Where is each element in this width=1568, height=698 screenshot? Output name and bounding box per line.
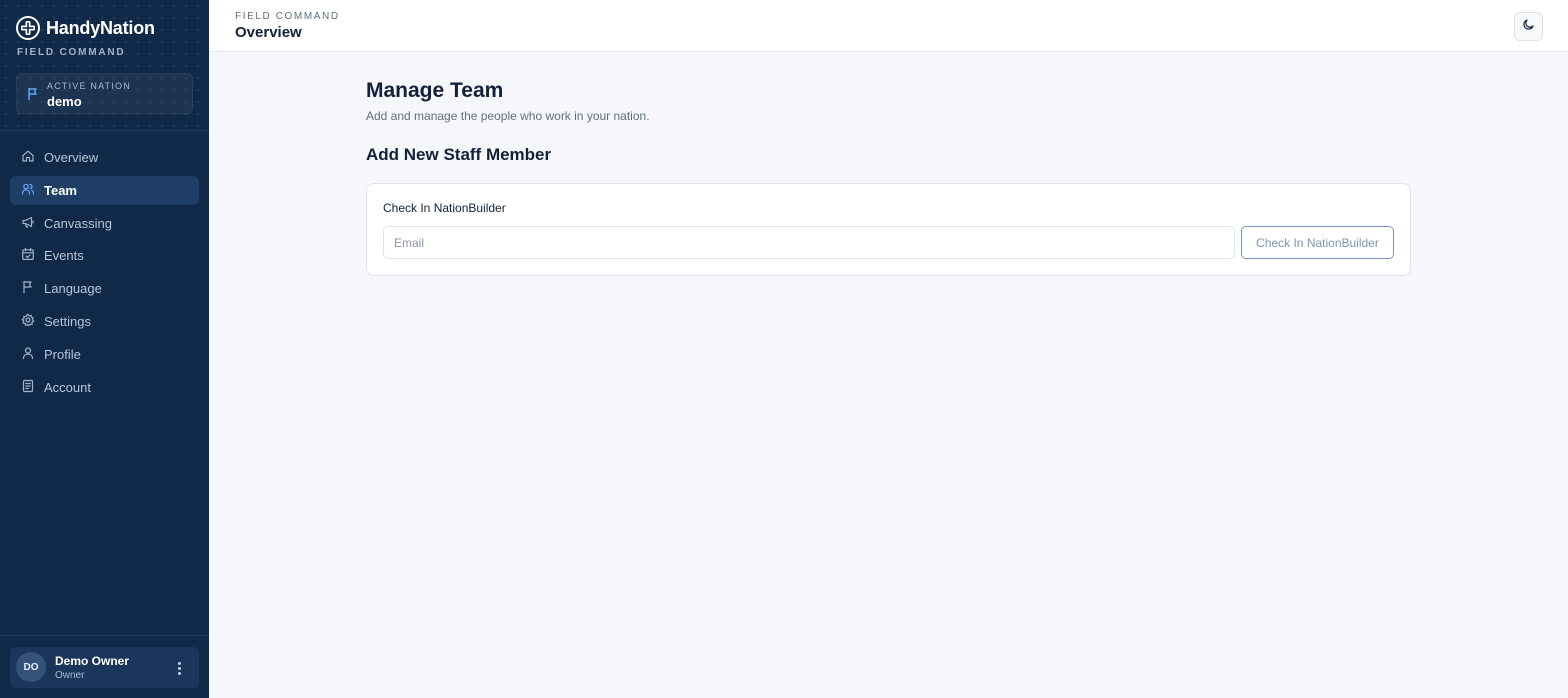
sidebar-item-profile[interactable]: Profile [10, 340, 199, 369]
section-title: Add New Staff Member [366, 145, 552, 164]
user-icon [21, 346, 35, 363]
sidebar-item-canvassing[interactable]: Canvassing [10, 209, 199, 238]
sidebar-item-label: Settings [44, 313, 91, 329]
avatar: DO [16, 652, 46, 682]
header-title: Overview [235, 24, 302, 41]
more-vertical-icon[interactable] [171, 659, 187, 677]
sidebar-item-overview[interactable]: Overview [10, 143, 199, 172]
sidebar-item-events[interactable]: Events [10, 241, 199, 270]
theme-toggle-button[interactable] [1514, 12, 1543, 41]
user-name: Demo Owner [55, 654, 130, 668]
active-nation-value: demo [47, 94, 82, 109]
megaphone-icon [21, 215, 35, 232]
brand-logo[interactable]: HandyNation [16, 16, 155, 40]
user-card[interactable]: DO Demo Owner Owner [10, 647, 199, 688]
home-icon [21, 149, 35, 166]
top-header: FIELD COMMAND Overview [209, 0, 1568, 52]
flag-icon [26, 87, 40, 101]
active-nation-label: ACTIVE NATION [47, 81, 131, 91]
sidebar-item-label: Overview [44, 150, 99, 165]
user-role: Owner [55, 670, 85, 681]
check-in-nationbuilder-button[interactable]: Check In NationBuilder [1241, 226, 1394, 259]
page-title: Manage Team [366, 79, 504, 102]
add-staff-card: Check In NationBuilder Check In NationBu… [366, 183, 1411, 276]
sidebar-item-label: Team [44, 182, 77, 198]
sidebar: HandyNation FIELD COMMAND ACTIVE NATION … [0, 0, 209, 698]
sidebar-item-language[interactable]: Language [10, 274, 199, 303]
sidebar-item-team[interactable]: Team [10, 175, 199, 205]
calendar-check-icon [21, 247, 35, 264]
brand-area: HandyNation FIELD COMMAND ACTIVE NATION … [0, 0, 209, 131]
moon-icon [1522, 18, 1535, 36]
brand-name: HandyNation [46, 17, 155, 38]
brand-subtitle: FIELD COMMAND [17, 47, 126, 58]
user-area: DO Demo Owner Owner [0, 635, 209, 698]
page-subtitle: Add and manage the people who work in yo… [366, 109, 650, 123]
sidebar-item-label: Profile [44, 346, 81, 362]
sidebar-item-label: Language [44, 281, 102, 297]
sidebar-item-settings[interactable]: Settings [10, 307, 199, 336]
sidebar-item-label: Canvassing [44, 215, 112, 231]
users-icon [21, 182, 35, 199]
checkin-label: Check In NationBuilder [383, 201, 506, 215]
header-eyebrow: FIELD COMMAND [235, 11, 340, 22]
active-nation-selector[interactable]: ACTIVE NATION demo [16, 73, 193, 114]
sidebar-item-label: Account [44, 379, 91, 395]
handynation-logo-icon [16, 16, 40, 40]
sidebar-nav: Overview Team Canvassing Events Language [10, 143, 199, 405]
email-input[interactable] [383, 226, 1235, 259]
sidebar-item-account[interactable]: Account [10, 373, 199, 402]
receipt-icon [21, 379, 35, 396]
sidebar-item-label: Events [44, 248, 84, 264]
gear-icon [21, 313, 35, 330]
flag-icon [21, 280, 35, 297]
